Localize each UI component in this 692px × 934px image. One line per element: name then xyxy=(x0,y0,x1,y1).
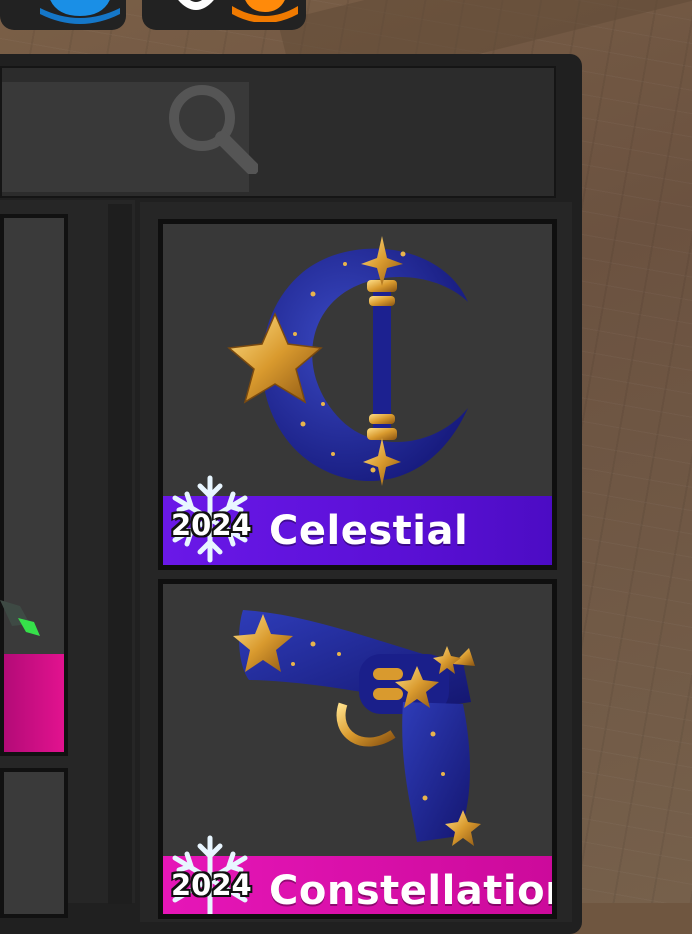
item-card-constellation[interactable]: 2024 Constellation xyxy=(158,579,557,919)
search-icon[interactable] xyxy=(166,82,258,174)
left-column-scrollbar[interactable] xyxy=(108,204,132,904)
star-revolver-icon xyxy=(233,610,481,846)
item-card-celestial[interactable]: 2024 Celestial xyxy=(158,219,557,570)
left-item-card[interactable] xyxy=(0,214,68,756)
left-item-card[interactable] xyxy=(0,768,68,918)
orange-hat-icon xyxy=(232,0,298,22)
white-glyph-icon xyxy=(178,0,214,10)
search-bar-area xyxy=(0,66,556,198)
blue-hat-icon xyxy=(40,0,120,24)
rarity-name-bar: 2024 Celestial xyxy=(163,475,552,565)
item-name: Celestial xyxy=(269,508,469,554)
rarity-name-bar: 2024 Constellation xyxy=(163,835,552,914)
moon-scythe-icon xyxy=(227,236,468,486)
green-tip-item-icon xyxy=(0,600,40,636)
item-name: Constellation xyxy=(269,868,557,914)
year-badge: 2024 xyxy=(171,508,252,542)
rarity-bar xyxy=(4,654,64,752)
currency-pill-right xyxy=(142,0,306,30)
year-badge: 2024 xyxy=(171,868,252,902)
currency-pill-left xyxy=(0,0,126,30)
